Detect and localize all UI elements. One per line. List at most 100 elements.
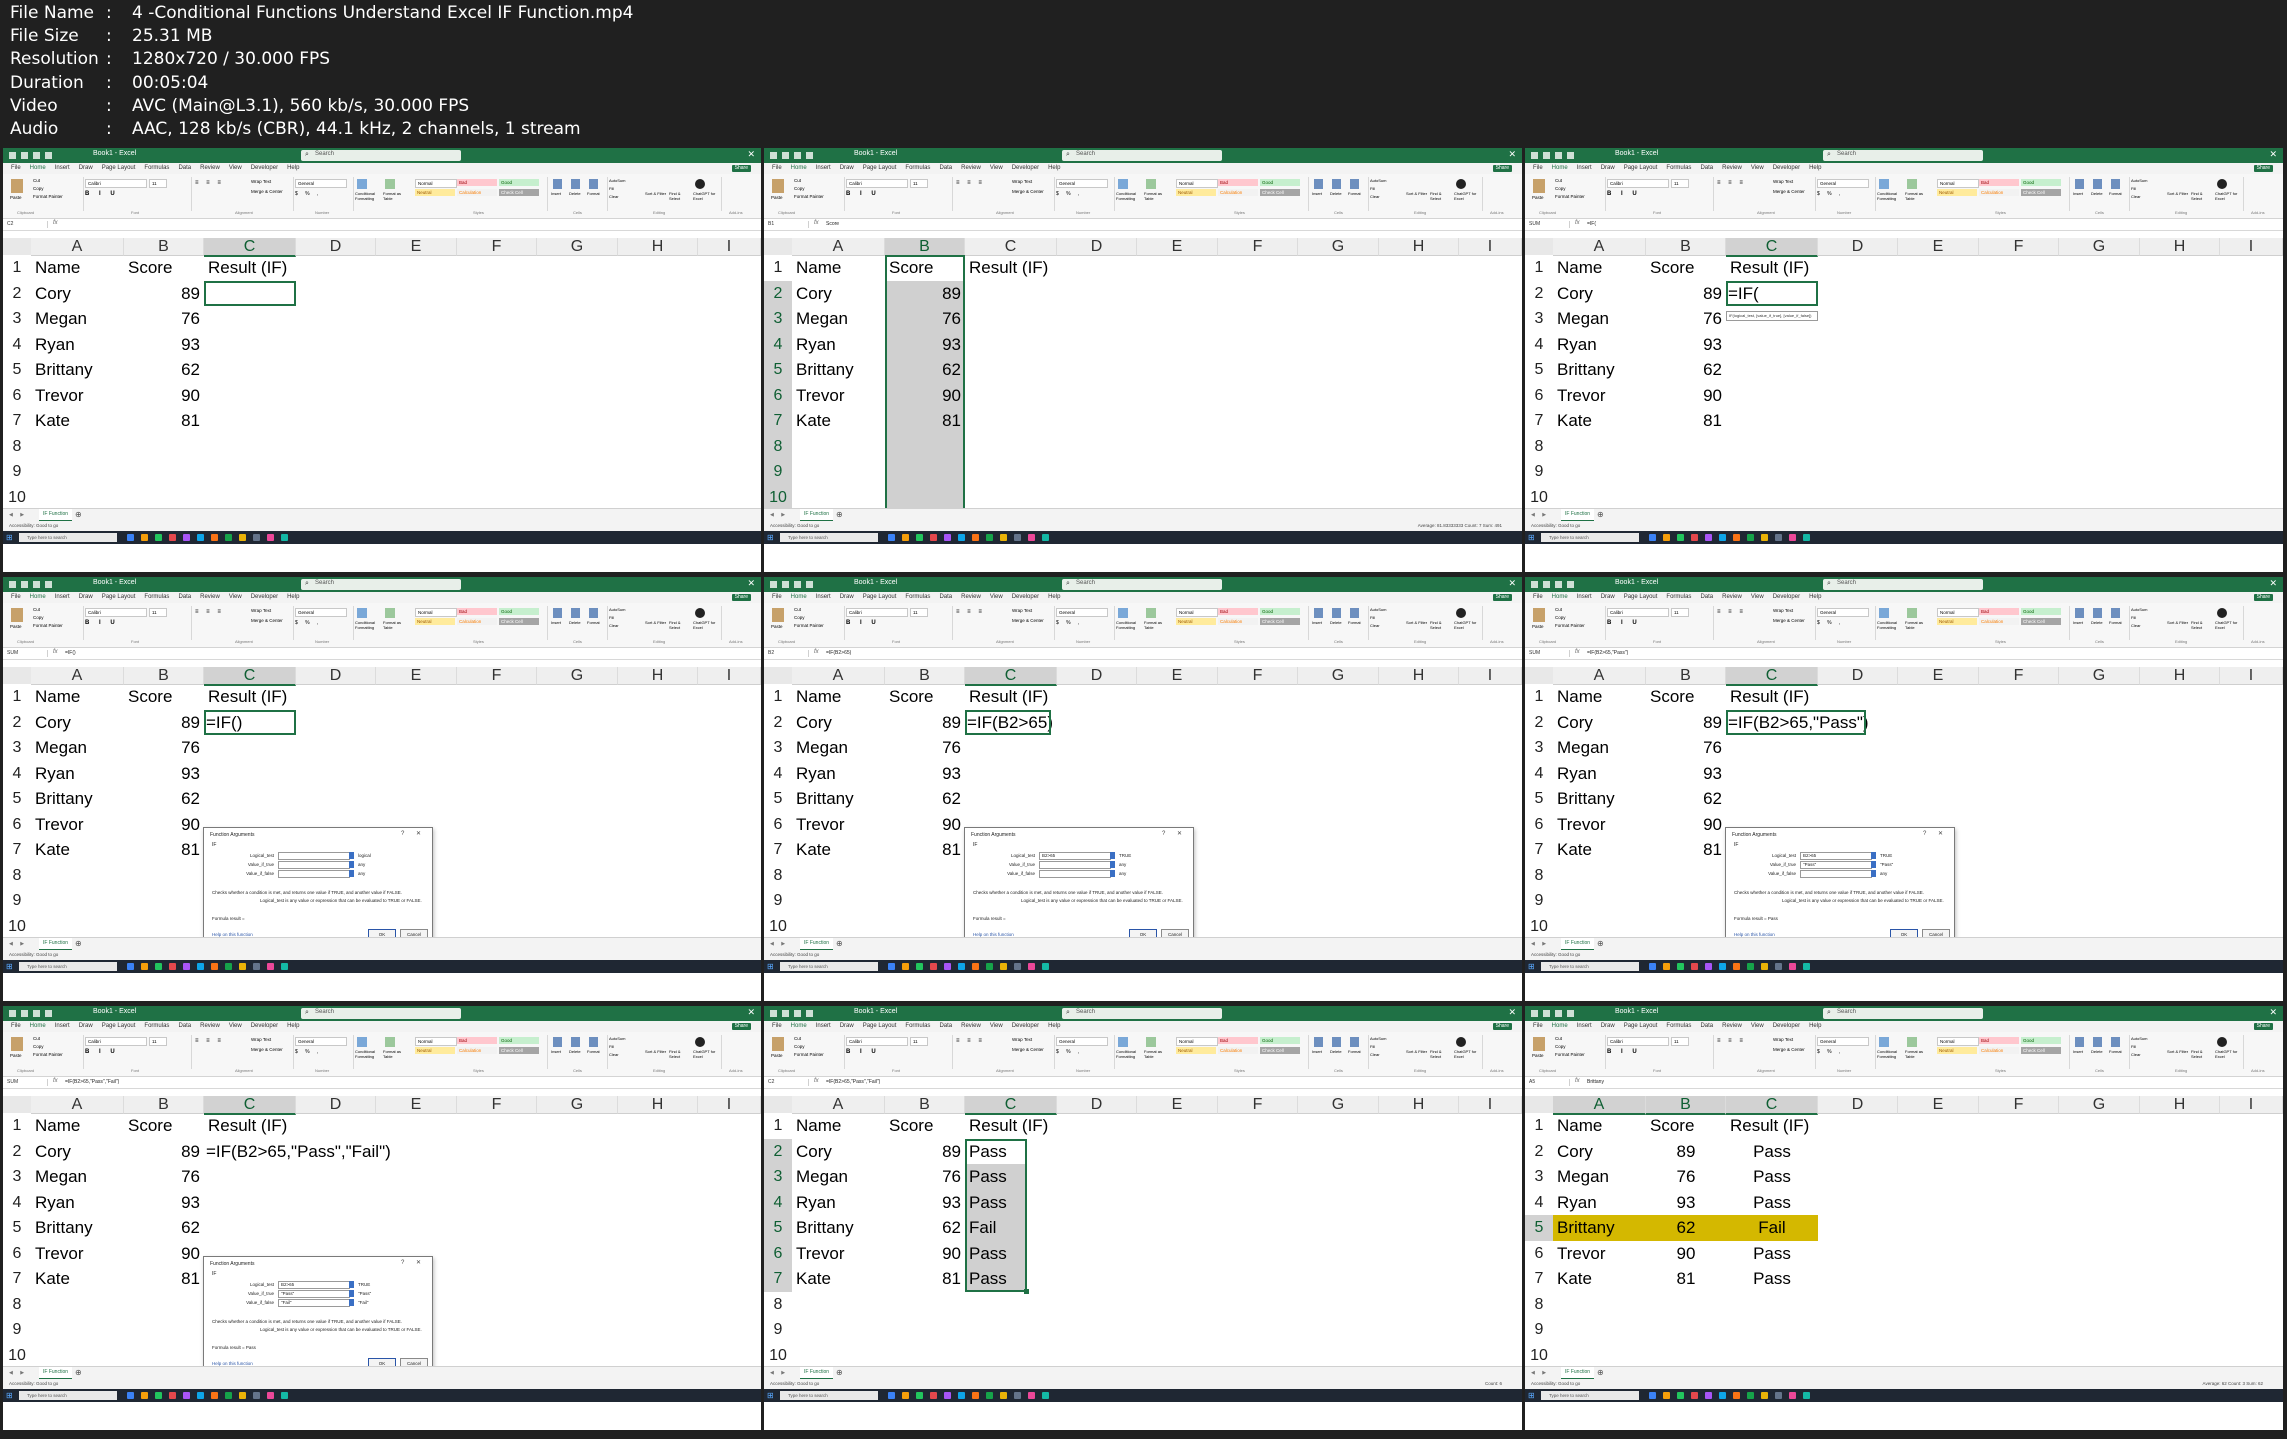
save-icon[interactable] bbox=[782, 1010, 789, 1017]
delete-button[interactable]: Delete bbox=[569, 191, 581, 196]
name-box[interactable]: A5 bbox=[1529, 1079, 1570, 1086]
header-cell-result[interactable]: Result (IF) bbox=[1730, 1113, 1814, 1139]
format-button[interactable]: Format bbox=[1348, 191, 1361, 196]
find-select-button[interactable]: Find & Select bbox=[2191, 1049, 2213, 1059]
chatgpt-button[interactable]: ChatGPT for Excel bbox=[1454, 191, 1478, 201]
merge-center-button[interactable]: Merge & Center bbox=[251, 187, 283, 196]
copy-button[interactable]: Copy bbox=[1555, 1043, 1605, 1051]
column-header-f[interactable]: F bbox=[1979, 1096, 2059, 1114]
windows-start-icon[interactable]: ⊞ bbox=[767, 1391, 774, 1400]
windows-start-icon[interactable]: ⊞ bbox=[6, 962, 13, 971]
taskbar-app-icon[interactable] bbox=[225, 963, 232, 970]
bold-italic-underline-icons[interactable]: B I U bbox=[85, 620, 119, 626]
name-cell[interactable]: Brittany bbox=[1557, 1215, 1642, 1241]
redo-icon[interactable] bbox=[1567, 1010, 1574, 1017]
taskbar-search[interactable]: Type here to search bbox=[19, 962, 117, 971]
row-header-2[interactable]: 2 bbox=[3, 1138, 31, 1164]
taskbar-app-icon[interactable] bbox=[239, 963, 246, 970]
clear-button[interactable]: Clear bbox=[1370, 622, 1380, 630]
name-cell[interactable]: Cory bbox=[796, 1139, 881, 1165]
conditional-formatting-button[interactable]: Conditional Formatting bbox=[1877, 620, 1903, 630]
style-normal[interactable]: Normal bbox=[415, 1037, 457, 1046]
name-cell[interactable]: Brittany bbox=[1557, 786, 1642, 812]
sheet-nav-arrows[interactable]: ◀ ▶ bbox=[770, 1370, 788, 1376]
taskbar-app-icon[interactable] bbox=[155, 534, 162, 541]
score-cell[interactable]: 81 bbox=[1650, 837, 1722, 863]
sort-filter-button[interactable]: Sort & Filter bbox=[1406, 1049, 1428, 1054]
copy-button[interactable]: Copy bbox=[794, 614, 844, 622]
align-icons[interactable]: ≡ ≡ ≡ bbox=[1717, 179, 1746, 188]
score-cell[interactable]: 76 bbox=[1650, 735, 1722, 761]
taskbar-app-icon[interactable] bbox=[239, 1392, 246, 1399]
align-icons[interactable]: ≡ ≡ ≡ bbox=[195, 179, 224, 188]
taskbar-app-icon[interactable] bbox=[1789, 963, 1796, 970]
sort-filter-button[interactable]: Sort & Filter bbox=[1406, 191, 1428, 196]
windows-start-icon[interactable]: ⊞ bbox=[1528, 533, 1535, 542]
merge-center-button[interactable]: Merge & Center bbox=[1773, 187, 1805, 196]
row-header-6[interactable]: 6 bbox=[3, 811, 31, 837]
clear-button[interactable]: Clear bbox=[2131, 1051, 2141, 1059]
name-cell[interactable]: Trevor bbox=[35, 1241, 120, 1267]
name-cell[interactable]: Megan bbox=[35, 735, 120, 761]
autosave-icon[interactable] bbox=[9, 152, 16, 159]
score-cell[interactable]: 62 bbox=[1650, 357, 1722, 383]
column-header-i[interactable]: I bbox=[698, 1096, 761, 1114]
search-box[interactable]: ⌕ Search bbox=[1062, 150, 1222, 161]
name-cell[interactable]: Megan bbox=[796, 735, 881, 761]
wrap-text-button[interactable]: Wrap Text bbox=[1012, 606, 1032, 615]
row-header-2[interactable]: 2 bbox=[1525, 280, 1553, 306]
row-header-10[interactable]: 10 bbox=[764, 1342, 792, 1368]
add-sheet-icon[interactable]: ⊕ bbox=[836, 939, 843, 949]
header-cell-result[interactable]: Result (IF) bbox=[208, 1113, 292, 1139]
score-cell[interactable]: 81 bbox=[889, 1266, 961, 1292]
taskbar-search[interactable]: Type here to search bbox=[780, 1391, 878, 1400]
style-neutral[interactable]: Neutral bbox=[1176, 618, 1216, 625]
row-header-9[interactable]: 9 bbox=[1525, 459, 1553, 485]
wrap-text-button[interactable]: Wrap Text bbox=[1773, 177, 1793, 186]
taskbar-search[interactable]: Type here to search bbox=[19, 1391, 117, 1400]
select-all-corner[interactable] bbox=[1525, 238, 1554, 256]
taskbar-search[interactable]: Type here to search bbox=[19, 533, 117, 542]
column-header-g[interactable]: G bbox=[1298, 238, 1379, 256]
sheet-nav-arrows[interactable]: ◀ ▶ bbox=[9, 512, 27, 518]
add-sheet-icon[interactable]: ⊕ bbox=[75, 1368, 82, 1378]
row-header-10[interactable]: 10 bbox=[3, 484, 31, 510]
row-header-5[interactable]: 5 bbox=[764, 1215, 792, 1241]
taskbar-app-icon[interactable] bbox=[1042, 534, 1049, 541]
autosum-button[interactable]: AutoSum bbox=[1370, 606, 1386, 614]
style-good[interactable]: Good bbox=[1260, 608, 1300, 615]
format-painter-button[interactable]: Format Painter bbox=[33, 1051, 83, 1059]
name-cell[interactable]: Kate bbox=[796, 408, 881, 434]
taskbar-app-icon[interactable] bbox=[1028, 1392, 1035, 1399]
column-header-f[interactable]: F bbox=[1218, 1096, 1298, 1114]
name-cell[interactable]: Ryan bbox=[1557, 761, 1642, 787]
add-sheet-icon[interactable]: ⊕ bbox=[836, 1368, 843, 1378]
column-header-e[interactable]: E bbox=[1898, 667, 1979, 685]
score-cell[interactable]: 76 bbox=[1650, 1164, 1722, 1190]
row-header-4[interactable]: 4 bbox=[1525, 1189, 1553, 1215]
row-header-3[interactable]: 3 bbox=[3, 1164, 31, 1190]
currency-percent-icons[interactable]: $ % , bbox=[1056, 191, 1082, 197]
taskbar-app-icon[interactable] bbox=[211, 963, 218, 970]
score-cell[interactable]: 93 bbox=[128, 761, 200, 787]
format-painter-button[interactable]: Format Painter bbox=[794, 622, 844, 630]
sort-filter-button[interactable]: Sort & Filter bbox=[2167, 620, 2189, 625]
name-cell[interactable]: Kate bbox=[35, 408, 120, 434]
score-cell[interactable]: 90 bbox=[128, 812, 200, 838]
redo-icon[interactable] bbox=[806, 1010, 813, 1017]
header-cell-result[interactable]: Result (IF) bbox=[208, 684, 292, 710]
style-calculation[interactable]: Calculation bbox=[457, 1047, 497, 1054]
row-header-9[interactable]: 9 bbox=[3, 459, 31, 485]
column-header-h[interactable]: H bbox=[618, 667, 698, 685]
align-icons[interactable]: ≡ ≡ ≡ bbox=[956, 608, 985, 617]
name-cell[interactable]: Kate bbox=[1557, 837, 1642, 863]
name-cell[interactable]: Megan bbox=[796, 306, 881, 332]
align-icons[interactable]: ≡ ≡ ≡ bbox=[1717, 608, 1746, 617]
row-header-4[interactable]: 4 bbox=[764, 760, 792, 786]
close-icon[interactable]: ✕ bbox=[747, 149, 755, 160]
delete-cells-icon[interactable] bbox=[2093, 179, 2102, 189]
collapse-dialog-icon[interactable] bbox=[1871, 870, 1876, 877]
header-cell-result[interactable]: Result (IF) bbox=[969, 1113, 1053, 1139]
header-cell-score[interactable]: Score bbox=[128, 684, 200, 710]
score-cell[interactable]: 89 bbox=[1650, 710, 1722, 736]
